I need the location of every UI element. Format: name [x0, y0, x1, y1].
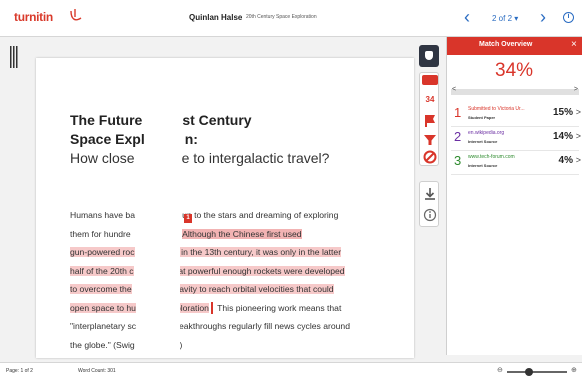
download-icon[interactable]: [422, 185, 438, 203]
body-line-right: g up to the stars and dreaming of explor…: [174, 210, 339, 220]
page-selector[interactable]: 2 of 2 ▾: [492, 14, 518, 23]
match-rank: 3: [454, 153, 462, 168]
top-bar: turnitin Quinlan Halse 20th Century Spac…: [0, 0, 582, 37]
match-percentage: 15%: [552, 107, 573, 118]
match-item[interactable]: 3 www.tech-forum.com Internet Source 4% >: [447, 151, 582, 173]
match-marker[interactable]: 1: [184, 214, 192, 223]
body-line-right[interactable]: Although the Chinese first used: [182, 228, 302, 239]
match-overview-panel: Match Overview × 34% < > 1 Submitted to V…: [446, 37, 582, 355]
body-line-left: Humans have ba: [70, 210, 135, 220]
document-body-line: "interplanetary sc reakthroughs regularly…: [70, 319, 350, 333]
turnitin-logo: turnitin: [14, 10, 53, 24]
match-item[interactable]: 2 en.wikipedia.org Internet Source 14% >: [447, 127, 582, 149]
body-line-right[interactable]: gravity to reach orbital velocities that…: [171, 284, 334, 294]
chevron-left-icon: ‹: [464, 7, 470, 27]
close-panel-button[interactable]: ×: [571, 39, 577, 51]
exclude-icon[interactable]: [422, 149, 438, 165]
heading-line2-left: Space Expl: [70, 131, 145, 147]
body-line-right[interactable]: hat powerful enough rockets were develop…: [173, 265, 345, 276]
chevron-right-icon: ›: [540, 7, 546, 27]
flag-icon[interactable]: [422, 113, 438, 129]
match-item[interactable]: 1 Submitted to Victoria Ur... Student Pape…: [447, 103, 582, 125]
document-body-line: open space to hu ploration This pioneerin…: [70, 301, 341, 315]
panel-horizontal-scrollbar[interactable]: < >: [451, 86, 579, 95]
turnitin-viewer: turnitin Quinlan Halse 20th Century Spac…: [0, 0, 582, 380]
document-body-line: Humans have ba g up to the stars and drea…: [70, 208, 338, 222]
match-divider: [451, 174, 579, 175]
body-line-left: half of the 20th c: [70, 265, 134, 276]
heading-line1-right: st Century: [182, 112, 252, 128]
match-percentage: 4%: [558, 155, 573, 166]
match-source[interactable]: Submitted to Victoria Ur...: [468, 106, 525, 112]
body-line-right: reakthroughs regularly fill news cycles …: [176, 321, 350, 331]
document-body-line: them for hundrers. Although the Chinese …: [70, 227, 302, 241]
previous-page-button[interactable]: ‹: [458, 7, 476, 29]
body-line-left: gun-powered roc: [70, 247, 135, 257]
heading-line1-left: The Future: [70, 112, 143, 128]
body-line-left: them for hundre: [70, 228, 131, 239]
word-count-status: Word Count: 301: [78, 368, 116, 374]
body-line-left: open space to hu: [70, 302, 136, 313]
page-redaction-band: [148, 108, 182, 168]
match-source-type: Student Paper: [468, 115, 496, 120]
status-bar: Page: 1 of 2 Word Count: 301 ⊖ ⊕: [0, 362, 582, 380]
subheading-left: How close: [70, 150, 135, 166]
page-redaction-band: [146, 206, 180, 358]
turnitin-logo-mark-icon: [70, 9, 82, 21]
chevron-right-icon[interactable]: >: [576, 131, 581, 141]
chevron-right-icon[interactable]: >: [576, 107, 581, 117]
match-rank: 1: [454, 105, 462, 120]
document-body-line: to overcome the gravity to reach orbital …: [70, 282, 334, 296]
body-line-right[interactable]: k in the 13th century, it was only in th…: [174, 247, 342, 257]
scroll-right-button[interactable]: >: [574, 86, 578, 93]
body-line-left: "interplanetary sc: [70, 321, 137, 331]
document-body-line: gun-powered roc k in the 13th century, it…: [70, 245, 342, 259]
match-source[interactable]: en.wikipedia.org: [468, 130, 504, 136]
filter-icon[interactable]: [422, 132, 438, 148]
submission-info-icon[interactable]: [422, 206, 438, 224]
sidebar-toggle-handle[interactable]: [10, 46, 18, 68]
zoom-slider-track[interactable]: [507, 371, 567, 373]
layers-tool-button[interactable]: [419, 45, 439, 67]
match-source-type: Internet Source: [468, 163, 498, 168]
document-subheading: How close ve to intergalactic travel?: [70, 150, 329, 166]
match-percentage: 14%: [552, 131, 573, 142]
file-tools-group: [419, 181, 439, 227]
body-line-left: to overcome the: [70, 284, 132, 294]
overall-similarity-score: 34%: [495, 60, 534, 81]
chevron-right-icon[interactable]: >: [576, 155, 581, 165]
document-title: 20th Century Space Exploration: [246, 14, 317, 20]
zoom-slider-thumb[interactable]: [525, 368, 534, 376]
similarity-tool-button[interactable]: [422, 75, 438, 85]
zoom-out-icon[interactable]: ⊖: [497, 366, 503, 374]
document-owner: Quinlan Halse: [189, 13, 243, 22]
heading-line2-right: n:: [184, 131, 198, 147]
match-end-marker: [210, 302, 213, 315]
document-page: The Future st Century Space Expl n: How cl…: [36, 58, 414, 358]
subheading-right: ve to intergalactic travel?: [174, 150, 330, 166]
match-tools-group: 34: [419, 72, 439, 166]
body-line-left: the globe." (Swig: [70, 339, 135, 350]
match-count-badge[interactable]: 34: [422, 92, 438, 108]
zoom-in-icon[interactable]: ⊕: [571, 366, 577, 374]
match-source[interactable]: www.tech-forum.com: [468, 154, 515, 160]
match-source-type: Internet Source: [468, 139, 498, 144]
body-line-right[interactable]: ploration: [175, 302, 209, 313]
next-page-button[interactable]: ›: [534, 7, 552, 29]
match-rank: 2: [454, 129, 462, 144]
page-count-status: Page: 1 of 2: [6, 368, 33, 374]
info-icon[interactable]: i: [563, 12, 574, 23]
match-overview-title: Match Overview: [479, 41, 533, 48]
match-overview-header: Match Overview ×: [447, 37, 582, 55]
body-line-right-tail: This pioneering work means that: [214, 302, 342, 313]
scroll-left-button[interactable]: <: [452, 86, 456, 93]
document-body-line: half of the 20th c hat powerful enough ro…: [70, 264, 345, 278]
